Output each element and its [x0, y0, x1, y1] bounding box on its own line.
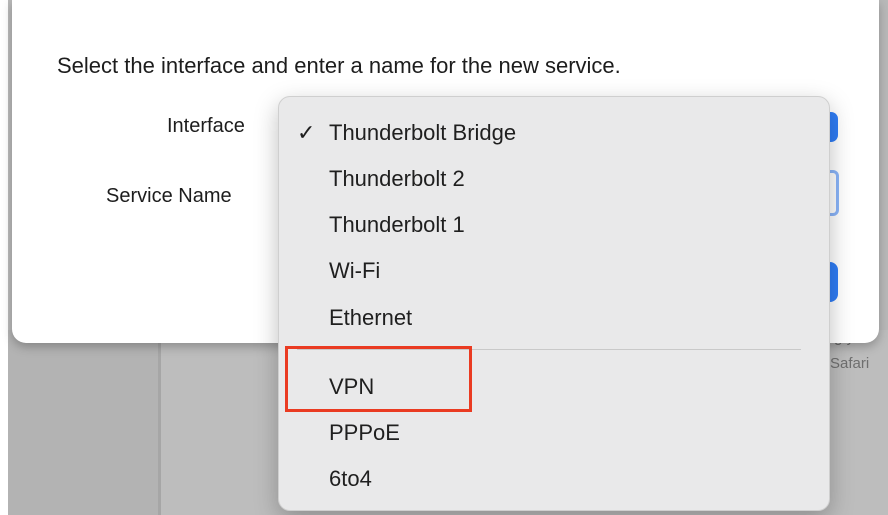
vpn-highlight-box: [285, 346, 472, 412]
menu-item-pppoe[interactable]: PPPoE: [329, 418, 400, 448]
interface-label: Interface: [167, 115, 245, 137]
menu-item-thunderbolt-2[interactable]: Thunderbolt 2: [329, 164, 465, 194]
menu-item-thunderbolt-1[interactable]: Thunderbolt 1: [329, 210, 465, 240]
sheet-message: Select the interface and enter a name fo…: [57, 53, 621, 78]
menu-item-thunderbolt-bridge[interactable]: Thunderbolt Bridge: [329, 118, 516, 148]
menu-item-6to4[interactable]: 6to4: [329, 464, 372, 494]
menu-item-ethernet[interactable]: Ethernet: [329, 303, 412, 333]
menu-item-wi-fi[interactable]: Wi-Fi: [329, 256, 380, 286]
interface-dropdown-menu: ✓ Thunderbolt Bridge Thunderbolt 2 Thund…: [278, 96, 830, 511]
background-sidebar: [8, 330, 158, 515]
checkmark-icon: ✓: [297, 120, 316, 145]
background-text-line-2: Safari: [830, 355, 870, 372]
service-name-label: Service Name: [106, 185, 232, 207]
